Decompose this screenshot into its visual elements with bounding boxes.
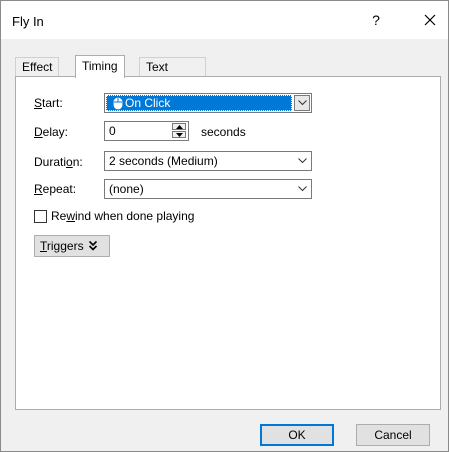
ok-button[interactable]: OK xyxy=(260,424,334,446)
duration-dropdown[interactable]: 2 seconds (Medium) xyxy=(104,151,312,171)
chevron-down-icon xyxy=(297,100,307,106)
delay-spinner[interactable]: 0 xyxy=(104,121,189,141)
help-icon: ? xyxy=(372,12,380,28)
close-button[interactable] xyxy=(412,5,448,35)
chevron-down-icon xyxy=(297,158,307,164)
chevron-down-icon xyxy=(297,186,307,192)
tab-effect-label: Effect xyxy=(22,60,53,74)
cancel-label: Cancel xyxy=(374,428,412,442)
tab-effect[interactable]: Effect xyxy=(15,57,60,76)
start-label: Start: xyxy=(34,96,63,110)
triggers-button[interactable]: Triggers xyxy=(34,235,110,257)
delay-label: Delay: xyxy=(34,125,69,139)
title-bar: Fly In ? xyxy=(1,1,448,39)
timing-panel: Start: On Click Delay: 0 seconds Duratio… xyxy=(15,76,441,410)
repeat-dropdown[interactable]: (none) xyxy=(104,179,312,199)
rewind-label: Rewind when done playing xyxy=(51,209,195,223)
mouse-icon xyxy=(113,97,123,110)
rewind-checkbox[interactable] xyxy=(34,209,47,223)
window-title: Fly In xyxy=(12,14,44,29)
repeat-label: Repeat: xyxy=(34,182,77,196)
triggers-label: Triggers xyxy=(40,239,84,253)
start-dropdown[interactable]: On Click xyxy=(104,93,312,113)
delay-value: 0 xyxy=(109,124,116,138)
close-icon xyxy=(424,14,436,26)
tab-timing-label: Timing xyxy=(82,59,118,73)
repeat-dropdown-arrow[interactable] xyxy=(293,181,310,197)
duration-value: 2 seconds (Medium) xyxy=(109,154,218,168)
repeat-value: (none) xyxy=(109,182,144,196)
double-chevron-down-icon xyxy=(88,241,97,251)
start-dropdown-arrow[interactable] xyxy=(294,95,310,111)
triangle-up-icon xyxy=(175,124,183,129)
start-dropdown-value: On Click xyxy=(125,96,171,110)
delay-unit-label: seconds xyxy=(201,125,246,139)
delay-decrement-button[interactable] xyxy=(172,131,186,138)
cancel-button[interactable]: Cancel xyxy=(356,424,430,446)
help-button[interactable]: ? xyxy=(358,5,394,35)
tab-text-animation[interactable]: Text Animation xyxy=(139,57,207,93)
ok-label: OK xyxy=(288,428,306,442)
tab-timing[interactable]: Timing xyxy=(75,55,125,78)
fly-in-dialog: Fly In ? Effect Timing Text Animation St… xyxy=(0,0,449,452)
delay-increment-button[interactable] xyxy=(172,123,186,130)
duration-label: Duration: xyxy=(34,155,83,169)
duration-dropdown-arrow[interactable] xyxy=(293,153,310,169)
rewind-option[interactable]: Rewind when done playing xyxy=(34,209,194,223)
delay-spin-buttons xyxy=(172,123,187,139)
triangle-down-icon xyxy=(175,132,183,137)
